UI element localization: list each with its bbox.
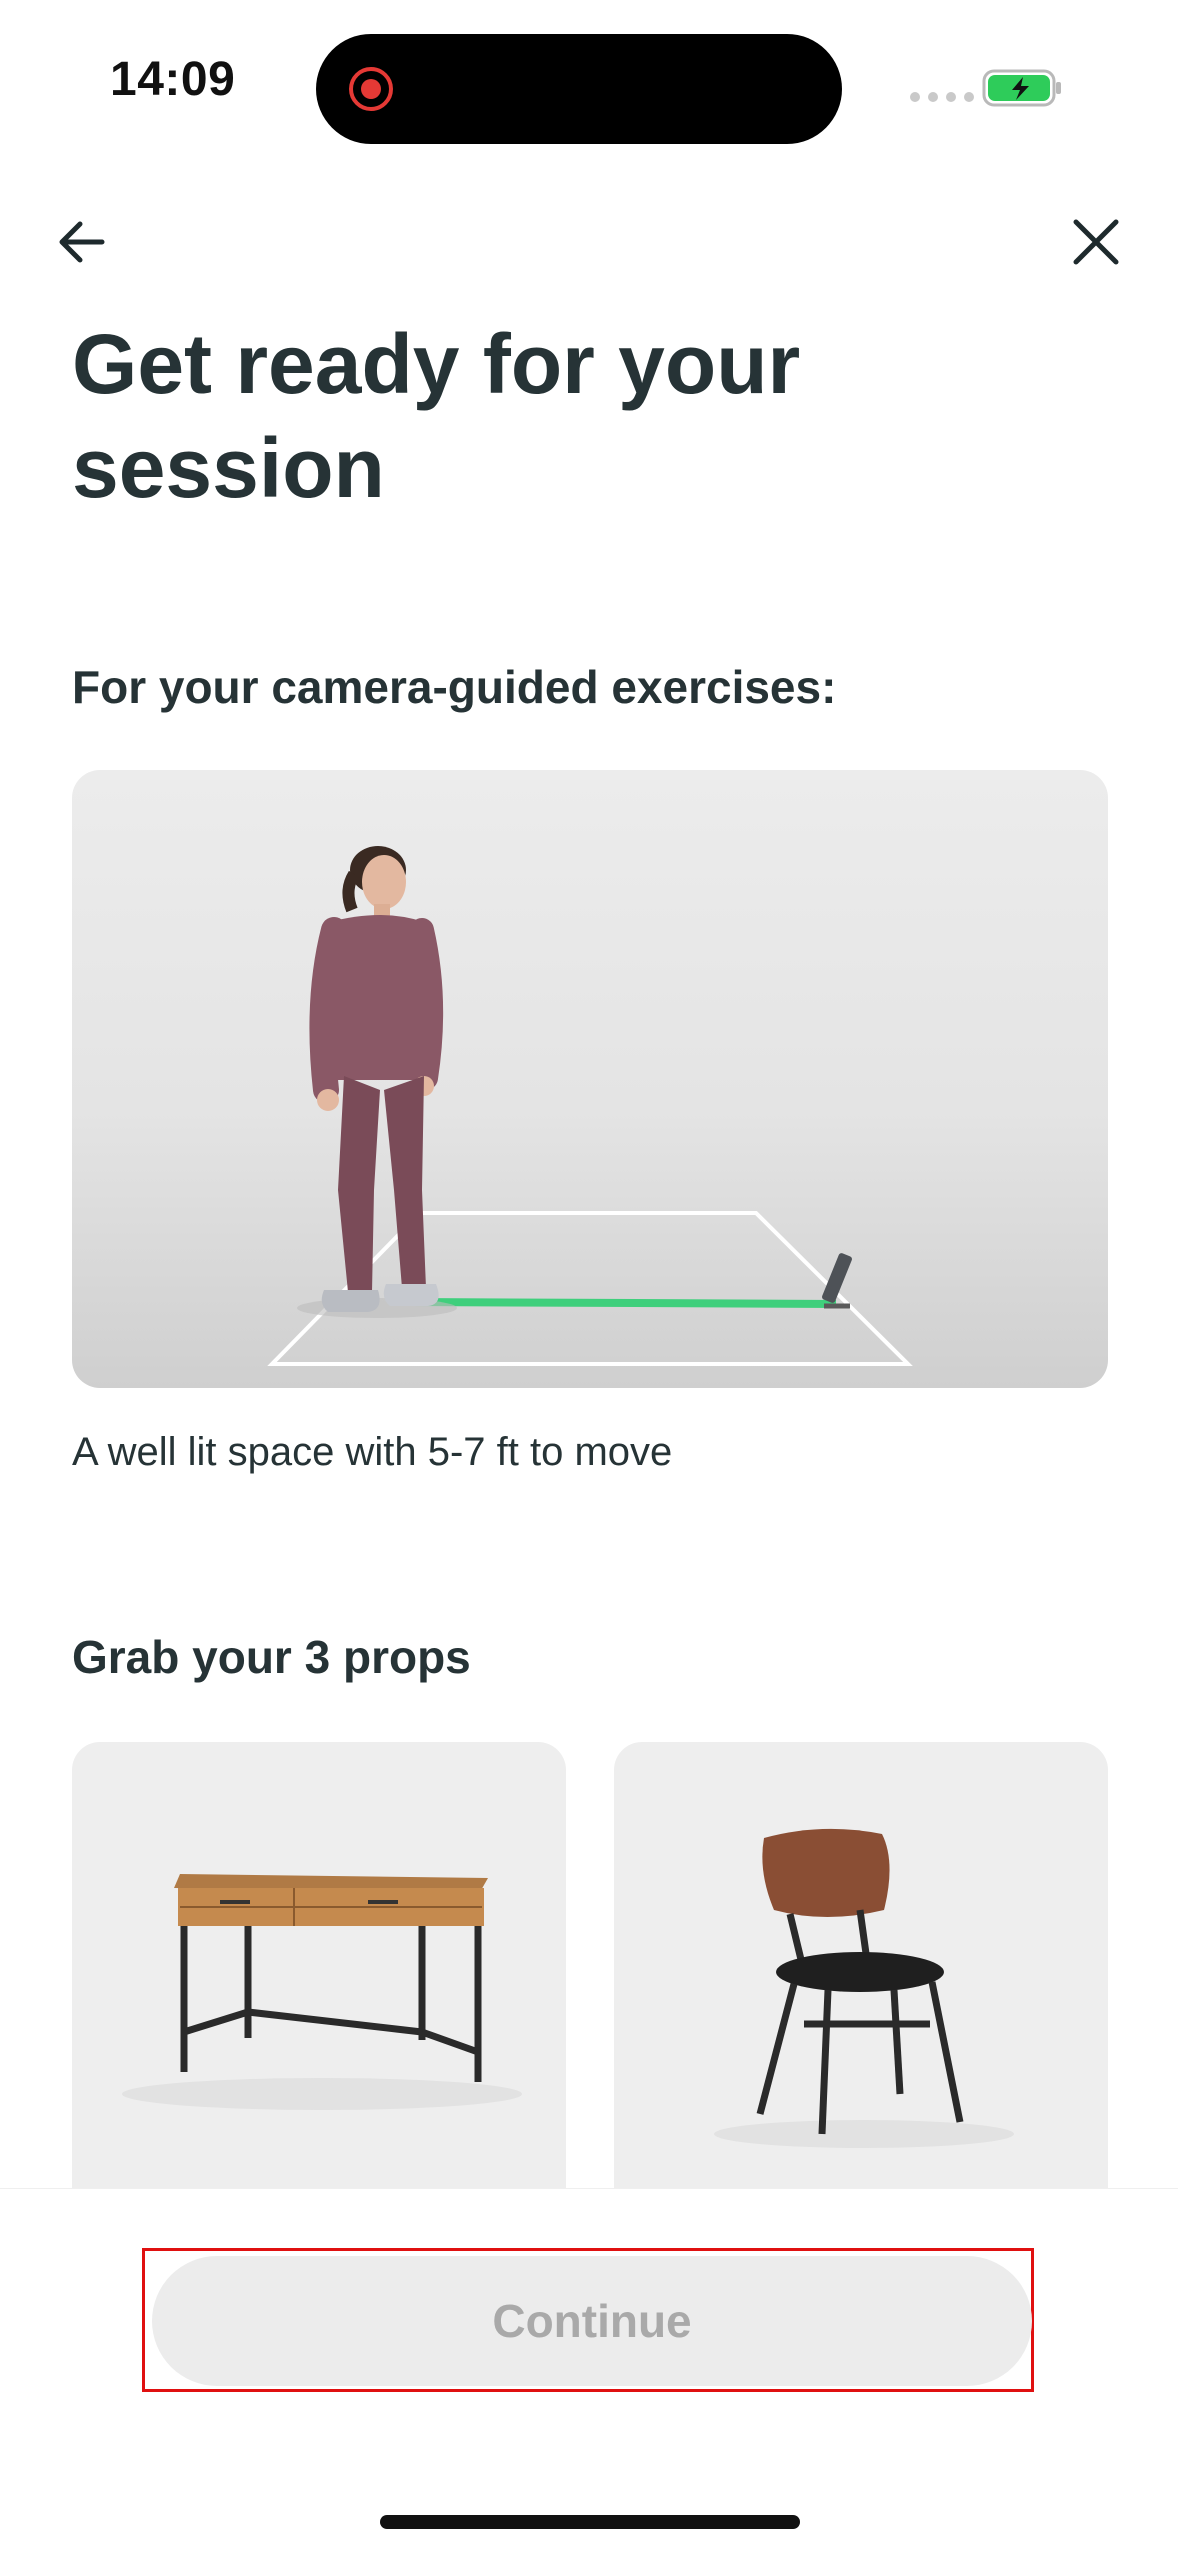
continue-button[interactable]: Continue <box>152 2256 1032 2386</box>
camera-section-caption: A well lit space with 5-7 ft to move <box>72 1430 673 1474</box>
dynamic-island <box>316 34 842 144</box>
person-standing-illustration <box>267 846 913 1366</box>
back-button[interactable] <box>52 210 116 274</box>
home-indicator[interactable] <box>380 2515 800 2529</box>
close-button[interactable] <box>1064 210 1128 274</box>
status-bar: 14:09 <box>0 0 1178 150</box>
page-title: Get ready for your session <box>72 317 801 515</box>
status-time: 14:09 <box>110 53 236 106</box>
battery-charging-icon <box>982 69 1061 107</box>
camera-setup-image <box>72 770 1108 1388</box>
signal-icon <box>910 92 974 102</box>
screen-recording-icon <box>349 67 393 111</box>
chair-image <box>714 1828 1014 2148</box>
prop-card-chair <box>614 1742 1108 2262</box>
desk-image <box>122 1874 522 2110</box>
person-figure <box>297 846 457 1318</box>
prop-card-desk <box>72 1742 566 2262</box>
camera-section-heading: For your camera-guided exercises: <box>72 661 837 713</box>
props-section-heading: Grab your 3 props <box>72 1631 471 1683</box>
phone-icon <box>822 1253 852 1309</box>
